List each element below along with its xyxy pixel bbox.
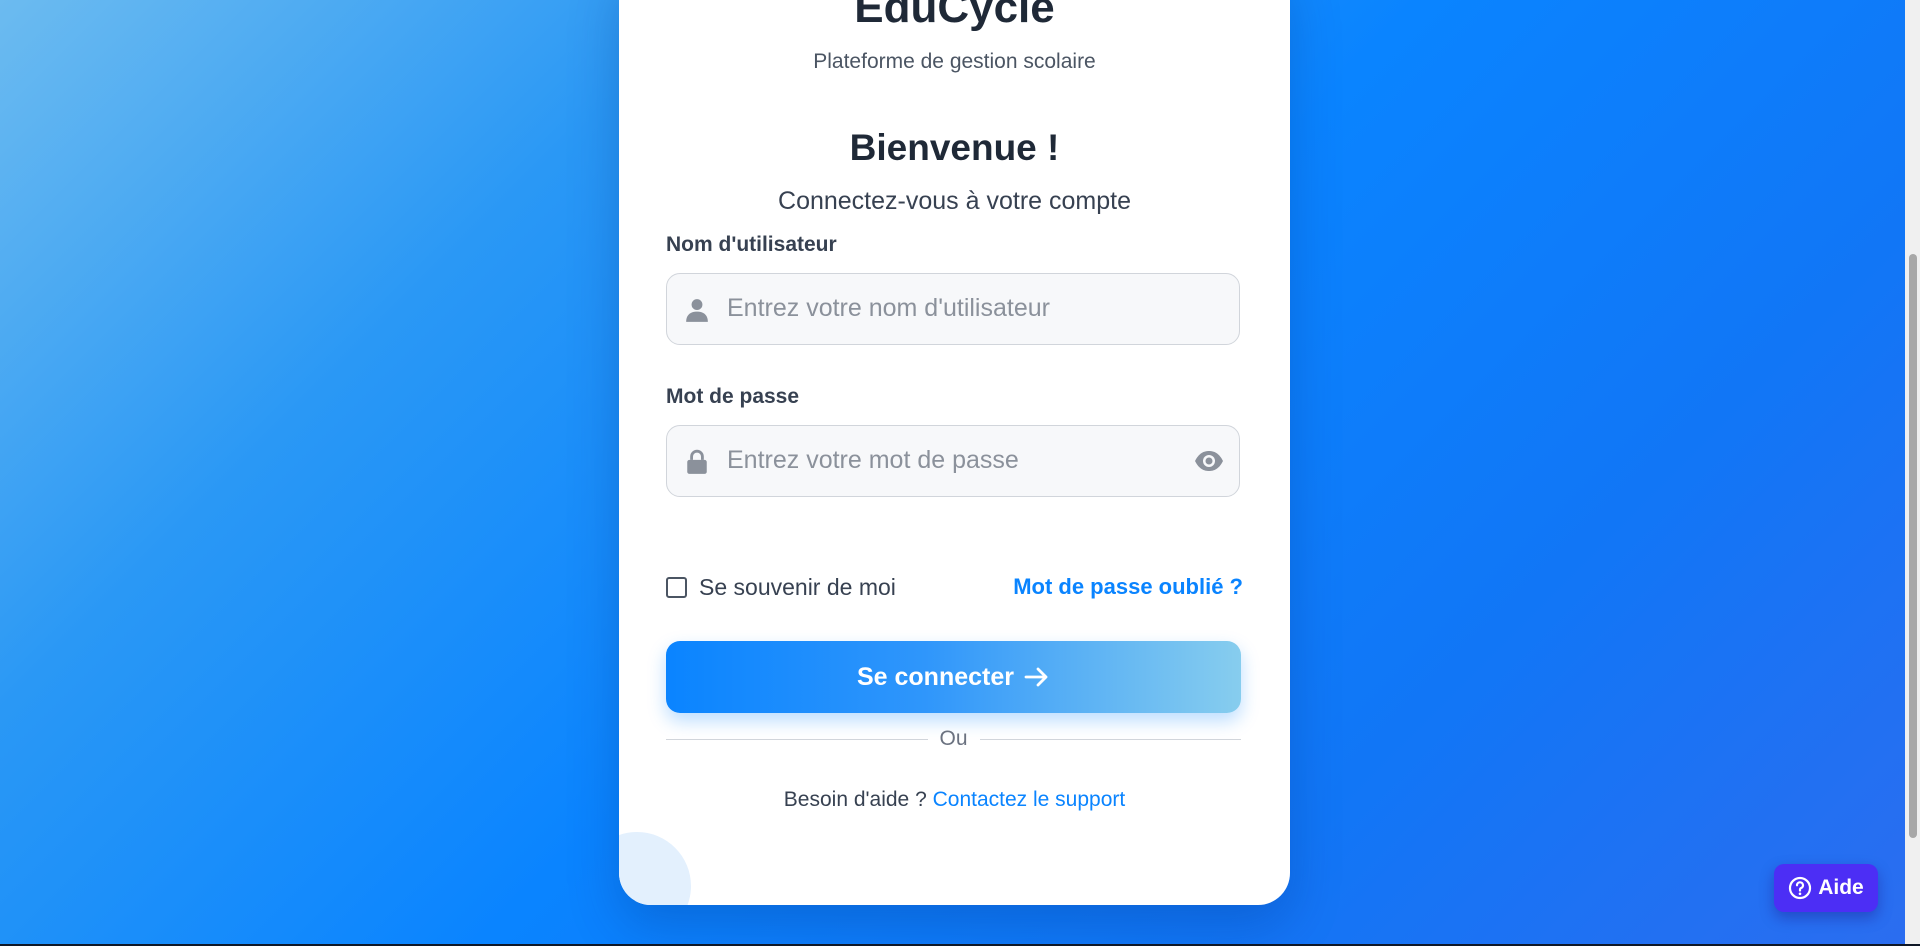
help-prefix: Besoin d'aide ? (783, 788, 927, 811)
help-text: Besoin d'aide ? Contactez le support (619, 788, 1290, 812)
password-label: Mot de passe (666, 385, 800, 408)
login-card: EduCycle Plateforme de gestion scolaire … (619, 0, 1290, 905)
floating-help-button[interactable]: Aide (1774, 864, 1878, 912)
forgot-password-link[interactable]: Mot de passe oublié ? (1013, 574, 1243, 600)
welcome-title: Bienvenue ! (849, 127, 1060, 168)
card-decoration-circle (619, 832, 691, 905)
arrow-right-icon (1024, 667, 1048, 687)
login-button-label: Se connecter (856, 662, 1014, 691)
divider-label: Ou (939, 727, 968, 750)
password-field-wrapper (666, 425, 1240, 497)
lock-icon (687, 449, 707, 474)
username-input[interactable] (727, 274, 1167, 343)
username-field-wrapper (666, 273, 1240, 345)
floating-help-label: Aide (1818, 876, 1864, 899)
remember-me-option[interactable]: Se souvenir de moi (666, 574, 896, 601)
welcome-subtitle: Connectez-vous à votre compte (778, 187, 1131, 215)
page-scrollbar[interactable] (1905, 0, 1920, 944)
question-circle-icon (1789, 876, 1812, 900)
login-button[interactable]: Se connecter (666, 641, 1241, 713)
eye-icon[interactable] (1194, 448, 1224, 474)
divider-line-right (979, 738, 1242, 740)
brand-tagline: Plateforme de gestion scolaire (813, 50, 1096, 73)
user-icon (686, 299, 708, 322)
remember-me-checkbox[interactable] (666, 577, 687, 598)
scrollbar-thumb[interactable] (1909, 254, 1917, 838)
brand-name: EduCycle (854, 0, 1055, 32)
username-label: Nom d'utilisateur (666, 233, 837, 256)
contact-support-link[interactable]: Contactez le support (933, 788, 1126, 811)
password-input[interactable] (727, 426, 1167, 495)
or-divider: Ou (666, 724, 1242, 754)
page-background: EduCycle Plateforme de gestion scolaire … (0, 0, 1905, 944)
divider-line-left (666, 738, 928, 740)
remember-me-label: Se souvenir de moi (699, 574, 896, 600)
